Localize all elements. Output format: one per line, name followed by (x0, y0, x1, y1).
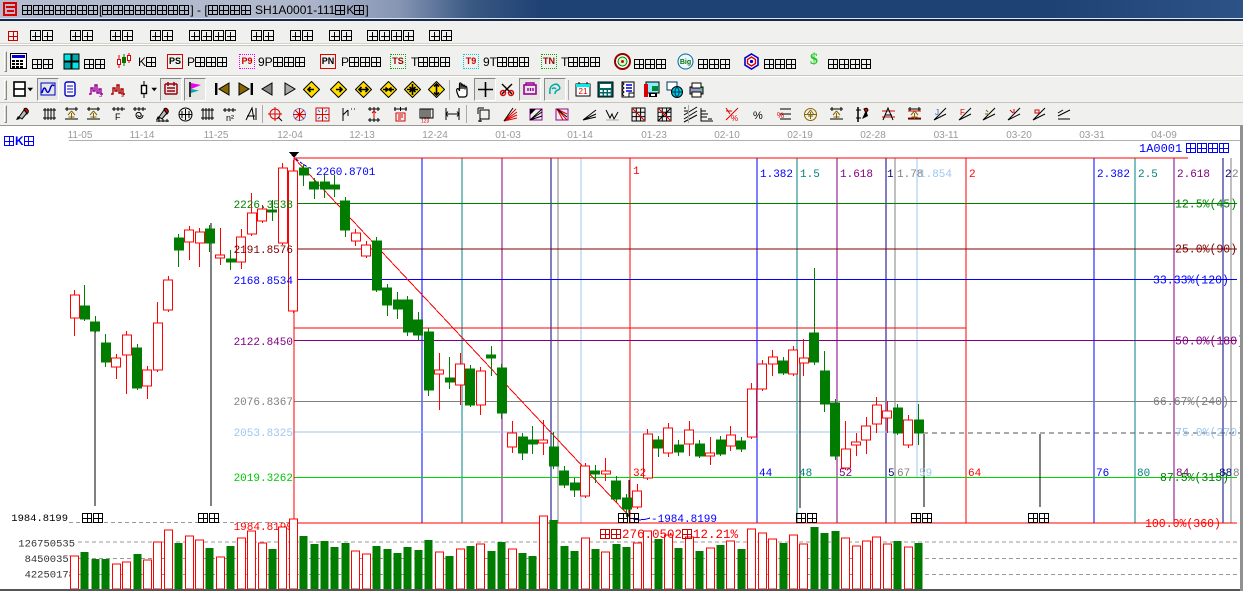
svg-text:12-04: 12-04 (277, 130, 303, 141)
svg-text:04-09: 04-09 (1151, 130, 1177, 141)
svg-text:1: 1 (887, 169, 894, 181)
svg-text:32: 32 (633, 468, 646, 480)
svg-text:44: 44 (759, 468, 773, 480)
svg-text:01-03: 01-03 (495, 130, 521, 141)
svg-text:80: 80 (1137, 468, 1150, 480)
svg-text:2019.3262: 2019.3262 (234, 473, 293, 485)
svg-text:84500357: 84500357 (25, 554, 75, 566)
svg-text:2.382: 2.382 (1097, 169, 1130, 181)
svg-text:1.5: 1.5 (800, 169, 820, 181)
svg-text:11-05: 11-05 (68, 130, 93, 141)
svg-text:2226.3538: 2226.3538 (234, 200, 293, 212)
svg-text:1.854: 1.854 (919, 169, 952, 181)
svg-text:75.0%(270): 75.0%(270) (1175, 427, 1243, 440)
svg-text:50.0%(180): 50.0%(180) (1175, 336, 1243, 349)
svg-text:59: 59 (919, 468, 932, 480)
svg-text:1: 1 (633, 166, 640, 178)
svg-text:03-11: 03-11 (934, 130, 959, 141)
svg-text:64: 64 (968, 468, 982, 480)
svg-text:2053.8325: 2053.8325 (234, 428, 293, 440)
svg-text:1984.8199: 1984.8199 (11, 513, 68, 525)
svg-text:66.67%(240): 66.67%(240) (1153, 396, 1229, 409)
svg-text:87.5%(315): 87.5%(315) (1160, 472, 1229, 485)
svg-text:33.33%(120): 33.33%(120) (1153, 275, 1229, 288)
svg-text:52: 52 (839, 468, 852, 480)
svg-text:02-10: 02-10 (714, 130, 740, 141)
svg-text:48: 48 (799, 468, 812, 480)
svg-text:11-25: 11-25 (204, 130, 229, 141)
svg-text:100.0%(360): 100.0%(360) (1145, 518, 1221, 531)
svg-text:02-28: 02-28 (860, 130, 886, 141)
svg-text:2191.8576: 2191.8576 (234, 245, 293, 257)
svg-text:12.5%(45): 12.5%(45) (1175, 199, 1237, 212)
svg-text:2076.8367: 2076.8367 (234, 397, 293, 409)
svg-text:-1984.8199: -1984.8199 (651, 514, 717, 526)
svg-text:1.382: 1.382 (760, 169, 793, 181)
svg-text:11-14: 11-14 (130, 130, 155, 141)
svg-text:2: 2 (969, 169, 976, 181)
svg-text:5: 5 (888, 468, 895, 480)
svg-text:2: 2 (1225, 169, 1232, 181)
svg-text:03-20: 03-20 (1006, 130, 1032, 141)
svg-text:2.618: 2.618 (1177, 169, 1210, 181)
svg-text:2168.8534: 2168.8534 (234, 276, 294, 288)
svg-text:02-19: 02-19 (787, 130, 813, 141)
svg-text:03-31: 03-31 (1079, 130, 1105, 141)
svg-text:12-24: 12-24 (422, 130, 448, 141)
svg-text:01-23: 01-23 (641, 130, 667, 141)
svg-text:2.5: 2.5 (1138, 169, 1158, 181)
svg-text:76: 76 (1096, 468, 1109, 480)
svg-text:42250178: 42250178 (25, 570, 75, 582)
svg-text:126750535: 126750535 (18, 539, 75, 551)
svg-text:01-14: 01-14 (567, 130, 593, 141)
svg-text:25.0%(90): 25.0%(90) (1175, 244, 1237, 257)
svg-text:12-13: 12-13 (349, 130, 375, 141)
svg-text:2122.8450: 2122.8450 (234, 337, 293, 349)
svg-text:1.618: 1.618 (840, 169, 873, 181)
svg-text:67: 67 (897, 468, 910, 480)
